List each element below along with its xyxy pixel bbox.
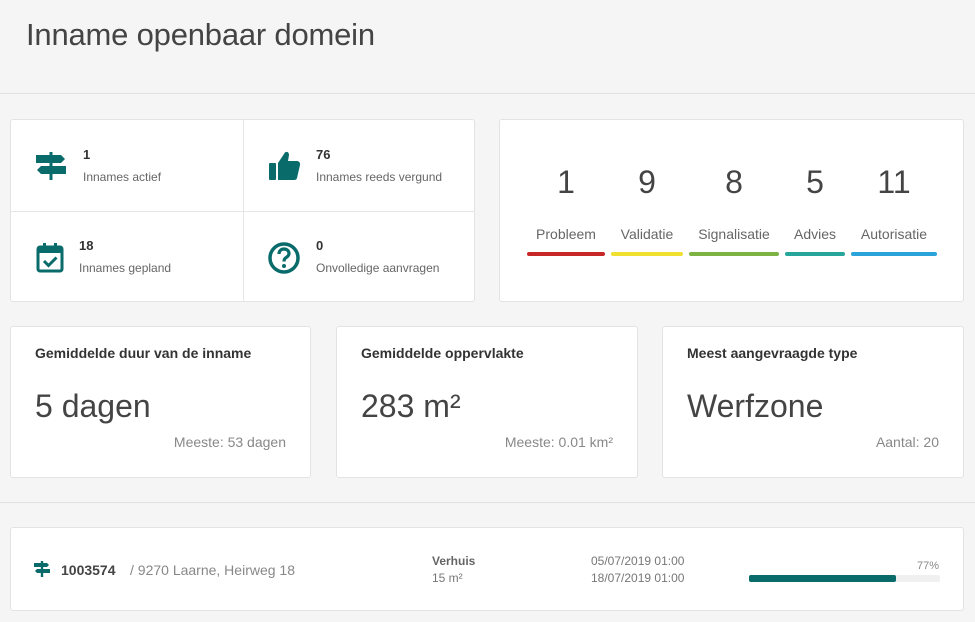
status-count: 8 — [725, 164, 743, 200]
status-count: 5 — [806, 164, 824, 200]
status-bar — [785, 252, 845, 256]
progress-fill — [749, 575, 897, 582]
metric-title: Meest aangevraagde type — [687, 345, 858, 361]
status-count: 1 — [557, 164, 575, 200]
stat-planned[interactable]: 18 Innames gepland — [11, 211, 243, 302]
metric-area-card: Gemiddelde oppervlakte 283 m² Meeste: 0.… — [336, 326, 638, 478]
end-date: 18/07/2019 01:00 — [591, 571, 685, 585]
metric-value: 5 dagen — [35, 388, 151, 424]
status-bar — [611, 252, 683, 256]
thumbs-up-icon — [269, 151, 301, 180]
start-date: 05/07/2019 01:00 — [591, 554, 685, 568]
stat-label: Innames reeds vergund — [316, 170, 443, 184]
stat-label: Innames gepland — [79, 261, 172, 275]
request-area: 15 m² — [432, 571, 463, 585]
stat-active[interactable]: 1 Innames actief — [11, 120, 243, 211]
status-count: 9 — [638, 164, 656, 200]
metric-value: 283 m² — [361, 388, 461, 424]
status-label: Advies — [793, 226, 837, 242]
stat-permitted[interactable]: 76 Innames reeds vergund — [243, 120, 475, 211]
status-label: Probleem — [536, 226, 596, 242]
status-bar — [689, 252, 779, 256]
metric-sub: Aantal: 20 — [875, 434, 939, 450]
status-card: 1 Probleem 9 Validatie 8 Signalisatie 5 … — [499, 119, 964, 302]
metric-sub: Meeste: 53 dagen — [173, 434, 286, 450]
stat-value: 76 — [316, 147, 331, 162]
request-id[interactable]: 1003574 — [61, 562, 116, 578]
stats-card: 1 Innames actief 76 Innames reeds vergun… — [10, 119, 475, 302]
stat-incomplete[interactable]: 0 Onvolledige aanvragen — [243, 211, 475, 302]
status-bar — [851, 252, 937, 256]
calendar-check-icon — [36, 243, 64, 273]
metric-duration-card: Gemiddelde duur van de inname 5 dagen Me… — [10, 326, 311, 478]
page-title: Inname openbaar domein — [26, 17, 375, 52]
request-type: Verhuis — [432, 554, 476, 568]
metric-value: Werfzone — [687, 388, 824, 424]
section-divider — [0, 502, 975, 503]
question-circle-icon — [268, 242, 300, 274]
metric-title: Gemiddelde oppervlakte — [361, 345, 524, 361]
request-address: / 9270 Laarne, Heirweg 18 — [130, 562, 295, 578]
status-bar — [527, 252, 605, 256]
stat-label: Onvolledige aanvragen — [316, 261, 440, 275]
status-label: Validatie — [620, 226, 674, 242]
signpost-icon — [36, 152, 66, 180]
progress-label: 77% — [916, 560, 939, 572]
status-label: Signalisatie — [698, 226, 770, 242]
stat-value: 1 — [83, 147, 91, 162]
metric-sub: Meeste: 0.01 km² — [504, 434, 613, 450]
metric-type-card: Meest aangevraagde type Werfzone Aantal:… — [662, 326, 964, 478]
status-label: Autorisatie — [860, 226, 928, 242]
progress-bar — [749, 575, 940, 582]
page-header: Inname openbaar domein — [0, 0, 975, 94]
stat-label: Innames actief — [83, 170, 162, 184]
list-item[interactable]: 1003574 / 9270 Laarne, Heirweg 18 Verhui… — [10, 527, 964, 611]
metric-title: Gemiddelde duur van de inname — [35, 345, 252, 361]
status-count: 11 — [877, 164, 911, 200]
stat-value: 0 — [316, 238, 324, 253]
signpost-icon — [34, 561, 50, 577]
stat-value: 18 — [79, 238, 94, 253]
